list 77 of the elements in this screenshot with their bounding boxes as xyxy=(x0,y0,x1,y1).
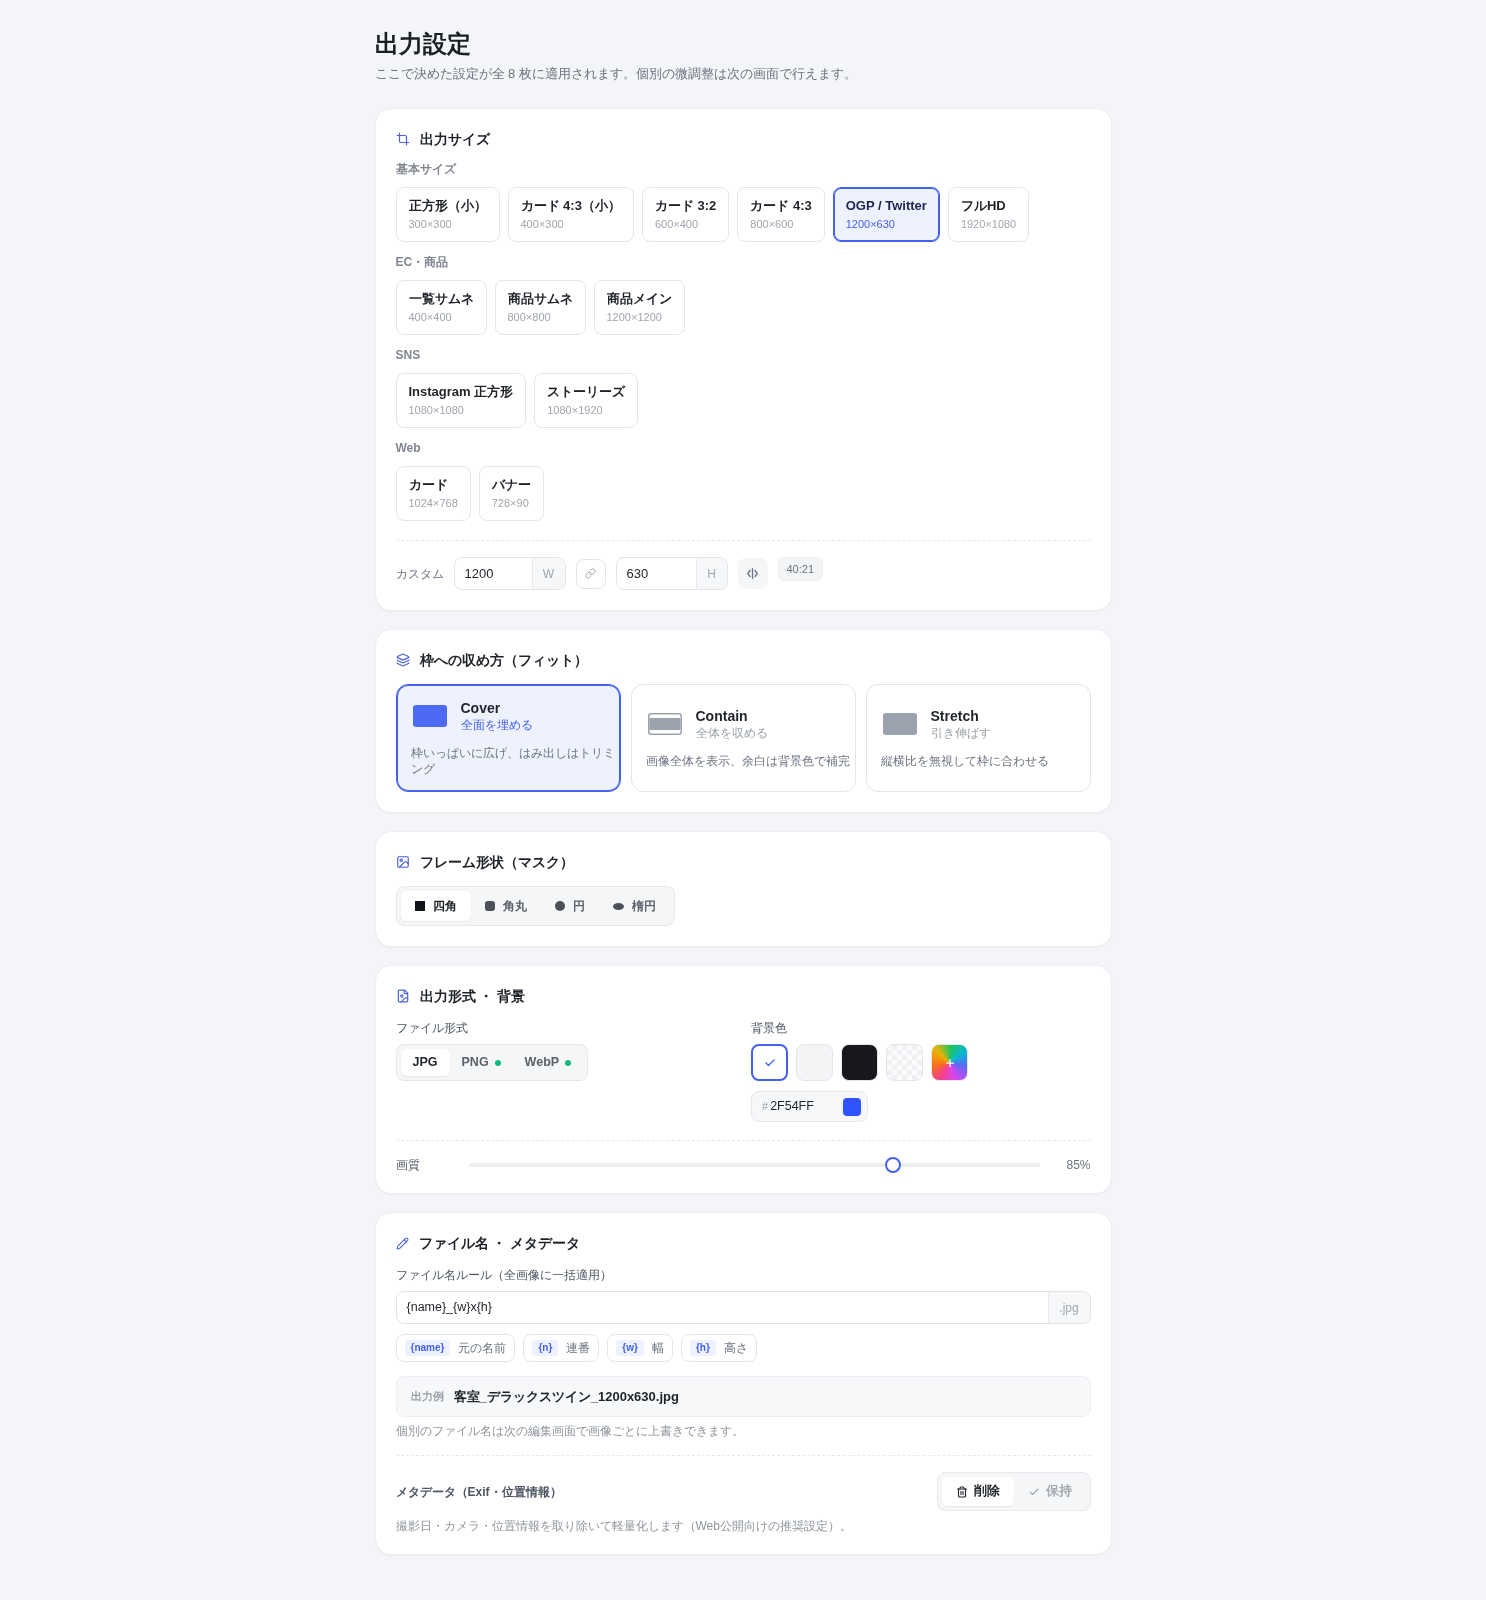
fit-option-card[interactable]: Contain 全体を収める 画像全体を表示、余白は背景色で補完 xyxy=(630,684,856,792)
shape-option[interactable]: 角丸 xyxy=(470,891,541,921)
rounded-square-icon xyxy=(484,901,495,911)
preset-group-label: EC・商品 xyxy=(395,254,450,270)
preview-filename: 客室_デラックスツイン_1200x630.jpg xyxy=(453,1387,679,1406)
section-title: ファイル名 ・ メタデータ xyxy=(418,1234,581,1253)
circle-icon xyxy=(554,901,565,911)
section-title: 出力サイズ xyxy=(419,130,490,149)
rectangle-icon xyxy=(882,713,917,735)
swap-button[interactable] xyxy=(737,558,768,589)
custom-size-label: カスタム xyxy=(395,565,444,582)
field-label: ファイル形式 xyxy=(395,1020,469,1036)
filled-rectangle-icon xyxy=(412,705,447,727)
transparent-swatch[interactable] xyxy=(886,1044,923,1081)
size-preset-button[interactable]: Instagram 正方形 1080×1080 xyxy=(395,373,527,428)
preview-label: 出力例 xyxy=(410,1389,444,1405)
token-chip[interactable]: {h} 高さ xyxy=(680,1334,757,1362)
size-preset-button[interactable]: 商品メイン 1200×1200 xyxy=(593,280,685,335)
custom-color-button[interactable] xyxy=(931,1044,968,1081)
shape-option[interactable]: 楕円 xyxy=(598,891,670,921)
width-input[interactable]: 1200 W xyxy=(453,557,566,590)
section-title: フレーム形状（マスク） xyxy=(419,853,574,872)
size-preset-button[interactable]: 一覧サムネ 400×400 xyxy=(395,280,487,335)
metadata-option[interactable]: 削除 xyxy=(941,1477,1014,1506)
image-icon xyxy=(395,855,410,869)
shape-option[interactable]: 四角 xyxy=(400,891,471,921)
preset-group-label: SNS xyxy=(395,347,422,363)
token-chip[interactable]: {name} 元の名前 xyxy=(395,1334,516,1362)
size-preset-button[interactable]: カード 4:3 800×600 xyxy=(737,187,825,242)
slider-thumb[interactable] xyxy=(884,1157,901,1173)
crop-icon xyxy=(395,132,410,146)
size-preset-button[interactable]: OGP / Twitter 1200×630 xyxy=(832,187,940,242)
format-option[interactable]: JPG xyxy=(400,1049,450,1076)
pencil-icon xyxy=(395,1236,409,1250)
color-swatch[interactable] xyxy=(751,1044,788,1081)
size-preset-button[interactable]: 正方形（小） 300×300 xyxy=(395,187,500,242)
shape-option[interactable]: 円 xyxy=(540,891,599,921)
preset-group-label: Web xyxy=(395,440,422,456)
size-preset-button[interactable]: カード 3:2 600×400 xyxy=(641,187,730,242)
file-image-icon xyxy=(395,989,410,1003)
size-preset-button[interactable]: カード 4:3（小） 400×300 xyxy=(507,187,634,242)
size-preset-button[interactable]: フルHD 1920×1080 xyxy=(947,187,1030,242)
link-icon xyxy=(585,568,596,579)
filename-note: 個別のファイル名は次の編集画面で画像ごとに上書きできます。 xyxy=(395,1423,745,1439)
format-option[interactable]: WebP xyxy=(512,1049,584,1076)
letterbox-icon xyxy=(647,713,682,735)
size-preset-button[interactable]: カード 1024×768 xyxy=(395,466,471,521)
size-preset-button[interactable]: バナー 728×90 xyxy=(478,466,544,521)
metadata-label: メタデータ（Exif・位置情報） xyxy=(395,1483,562,1500)
size-preset-button[interactable]: 商品サムネ 800×800 xyxy=(494,280,586,335)
fit-option-card[interactable]: Stretch 引き伸ばす 縦横比を無視して枠に合わせる xyxy=(865,684,1091,792)
ellipse-icon xyxy=(612,902,624,910)
trash-icon xyxy=(955,1485,968,1498)
quality-label: 画質 xyxy=(395,1157,421,1173)
section-title: 出力形式 ・ 背景 xyxy=(419,987,526,1006)
format-option[interactable]: PNG xyxy=(449,1049,513,1076)
token-chip[interactable]: {w} 幅 xyxy=(607,1334,673,1362)
preset-group-label: 基本サイズ xyxy=(395,161,458,177)
token-chip[interactable]: {n} 連番 xyxy=(523,1334,600,1362)
hex-color-field[interactable]: # 2F54FF xyxy=(751,1091,868,1122)
page-title: 出力設定 xyxy=(374,29,472,59)
fit-option-card[interactable]: Cover 全面を埋める 枠いっぱいに広げ、はみ出しはトリミング xyxy=(395,684,621,792)
square-icon xyxy=(414,901,425,911)
metadata-description: 撮影日・カメラ・位置情報を取り除いて軽量化します（Web公開向けの推奨設定）。 xyxy=(395,1518,853,1534)
height-input[interactable]: 630 H xyxy=(615,557,728,590)
plus-icon xyxy=(943,1056,956,1069)
size-preset-button[interactable]: ストーリーズ 1080×1920 xyxy=(534,373,639,428)
field-label: ファイル名ルール（全画像に一括適用） xyxy=(395,1267,613,1283)
filename-rule-field[interactable]: {name}_{w}x{h} .jpg xyxy=(395,1291,1091,1324)
left-right-chevrons-icon xyxy=(747,568,758,579)
quality-slider[interactable] xyxy=(468,1157,1040,1173)
section-title: 枠への収め方（フィット） xyxy=(419,651,588,670)
page-subtitle: ここで決めた設定が全 8 枚に適用されます。個別の微調整は次の画面で行えます。 xyxy=(374,65,858,83)
layers-icon xyxy=(395,653,410,667)
field-label: 背景色 xyxy=(751,1020,788,1036)
aspect-ratio-badge: 40:21 xyxy=(777,557,824,581)
quality-value: 85% xyxy=(1065,1157,1091,1173)
